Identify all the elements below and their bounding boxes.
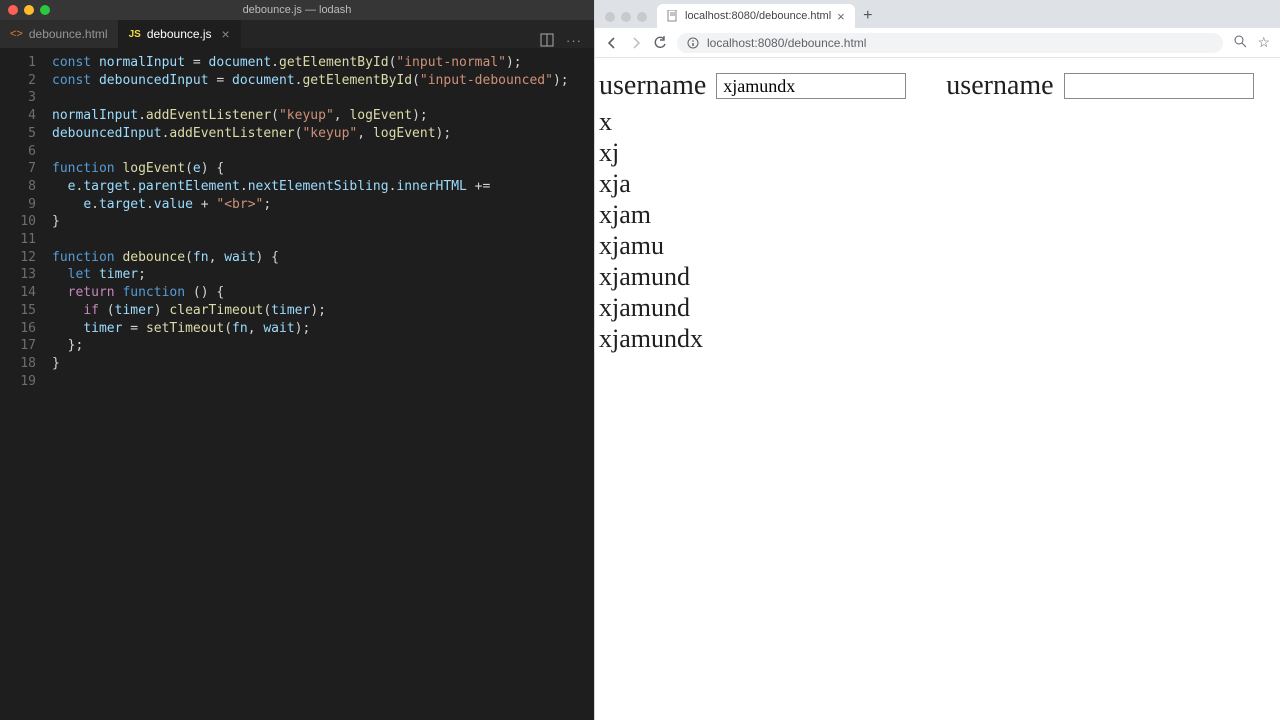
log-line: xjamund — [599, 261, 906, 292]
normal-column: username xxjxjaxjamxjamuxjamundxjamundxj… — [599, 70, 906, 354]
code-content: const normalInput = document.getElementB… — [52, 54, 594, 720]
page-favicon — [667, 10, 679, 22]
close-icon[interactable] — [8, 5, 18, 15]
username-label-normal: username — [599, 70, 706, 102]
back-button[interactable] — [605, 36, 619, 50]
log-line: xjamund — [599, 292, 906, 323]
close-tab-icon[interactable]: × — [837, 10, 845, 23]
browser-window: localhost:8080/debounce.html × + localho… — [594, 0, 1280, 720]
site-info-icon[interactable] — [687, 37, 699, 49]
username-label-debounced: username — [946, 70, 1053, 102]
normal-log: xxjxjaxjamxjamuxjamundxjamundxjamundx — [599, 106, 906, 354]
browser-tab[interactable]: localhost:8080/debounce.html × — [657, 4, 855, 28]
code-editor[interactable]: 12345678910111213141516171819 const norm… — [0, 48, 594, 720]
minimize-icon[interactable] — [24, 5, 34, 15]
html-file-icon: <> — [10, 28, 23, 40]
split-editor-icon[interactable] — [540, 33, 554, 48]
bookmark-icon[interactable]: ☆ — [1257, 34, 1270, 51]
page-content: username xxjxjaxjamxjamuxjamundxjamundxj… — [595, 58, 1280, 720]
tab-debounce-html[interactable]: <> debounce.html — [0, 20, 119, 48]
input-normal[interactable] — [716, 73, 906, 99]
zoom-icon[interactable] — [1233, 34, 1247, 51]
maximize-icon[interactable] — [637, 12, 647, 22]
url-text: localhost:8080/debounce.html — [707, 36, 866, 50]
maximize-icon[interactable] — [40, 5, 50, 15]
log-line: x — [599, 106, 906, 137]
close-icon[interactable] — [605, 12, 615, 22]
editor-tabbar: <> debounce.html JS debounce.js × ··· — [0, 20, 594, 48]
tab-label: debounce.js — [147, 27, 212, 41]
address-bar[interactable]: localhost:8080/debounce.html — [677, 33, 1223, 53]
log-line: xjamu — [599, 230, 906, 261]
more-actions-icon[interactable]: ··· — [566, 33, 582, 48]
browser-tab-title: localhost:8080/debounce.html — [685, 10, 831, 22]
reload-button[interactable] — [653, 36, 667, 50]
vscode-titlebar: debounce.js — lodash — [0, 0, 594, 20]
line-number-gutter: 12345678910111213141516171819 — [0, 54, 52, 720]
input-debounced[interactable] — [1064, 73, 1254, 99]
log-line: xja — [599, 168, 906, 199]
browser-tabbar: localhost:8080/debounce.html × + — [595, 0, 1280, 28]
log-line: xjamundx — [599, 323, 906, 354]
window-title: debounce.js — lodash — [0, 4, 594, 16]
close-tab-icon[interactable]: × — [222, 27, 230, 41]
log-line: xjam — [599, 199, 906, 230]
browser-toolbar: localhost:8080/debounce.html ☆ — [595, 28, 1280, 58]
log-line: xj — [599, 137, 906, 168]
vscode-window: debounce.js — lodash <> debounce.html JS… — [0, 0, 594, 720]
forward-button[interactable] — [629, 36, 643, 50]
debounced-column: username — [946, 70, 1253, 106]
new-tab-button[interactable]: + — [855, 7, 881, 25]
tab-label: debounce.html — [29, 27, 108, 41]
tab-debounce-js[interactable]: JS debounce.js × — [119, 20, 241, 48]
minimize-icon[interactable] — [621, 12, 631, 22]
js-file-icon: JS — [129, 29, 141, 40]
